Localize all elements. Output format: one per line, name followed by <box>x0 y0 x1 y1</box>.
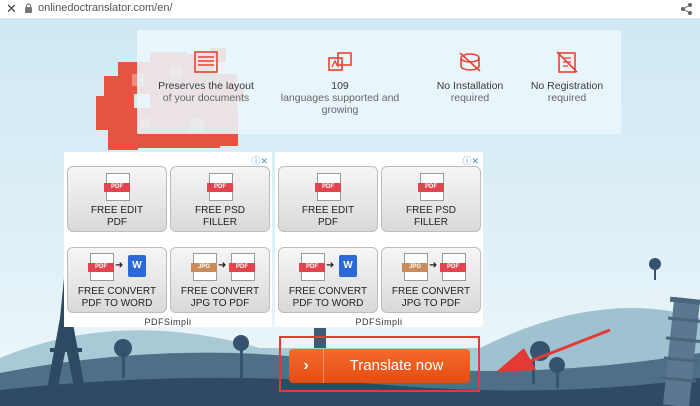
address-bar[interactable]: ✕ onlinedoctranslator.com/en/ <box>0 0 700 19</box>
ad-tile-psd-filler[interactable]: PDF FREE PSD FILLER <box>381 166 481 232</box>
pdf-file-icon: PDF <box>104 173 130 201</box>
pdf-file-icon: PDF <box>229 253 255 281</box>
ad-tile-psd-filler[interactable]: PDF FREE PSD FILLER <box>170 166 270 232</box>
pdf-file-icon: PDF <box>315 173 341 201</box>
pdf-file-icon: PDF <box>207 173 233 201</box>
lock-icon <box>25 3 32 13</box>
feature-no-registration: No Registration required <box>519 50 615 104</box>
word-file-icon: W <box>339 255 357 277</box>
ad-tile-edit-pdf[interactable]: PDF FREE EDIT PDF <box>67 166 167 232</box>
no-installation-icon <box>459 52 481 72</box>
ad-block-right[interactable]: ⓘ✕ PDF FREE EDIT PDF PDF FREE PSD FILLER… <box>275 152 483 327</box>
languages-icon <box>328 52 352 71</box>
translate-now-button[interactable]: › Translate now <box>289 349 470 383</box>
jpg-file-icon: JPG <box>402 253 428 281</box>
arrow-right-icon: ➜ <box>326 260 335 271</box>
close-icon[interactable]: ✕ <box>6 1 17 17</box>
pdf-file-icon: PDF <box>299 253 325 281</box>
arrow-right-icon: ➜ <box>429 260 438 271</box>
feature-languages: 109 languages supported and growing <box>265 50 415 116</box>
share-icon[interactable] <box>680 2 694 16</box>
ad-block-left[interactable]: ⓘ✕ PDF FREE EDIT PDF PDF FREE PSD FILLER… <box>64 152 272 327</box>
url-text[interactable]: onlinedoctranslator.com/en/ <box>38 2 173 14</box>
ad-tile-pdf-to-word[interactable]: PDF ➜ W FREE CONVERT PDF TO WORD <box>67 247 167 313</box>
pdf-file-icon: PDF <box>418 173 444 201</box>
arrow-right-icon: ➜ <box>115 260 124 271</box>
layout-icon <box>194 51 218 73</box>
ad-footer[interactable]: PDFSimpli <box>275 317 483 327</box>
translate-now-label: Translate now <box>349 357 444 374</box>
ad-tile-jpg-to-pdf[interactable]: JPG ➜ PDF FREE CONVERT JPG TO PDF <box>170 247 270 313</box>
pdf-file-icon: PDF <box>440 253 466 281</box>
hero-scene: Preserves the layout of your documents 1… <box>0 18 700 406</box>
no-registration-icon <box>556 51 578 73</box>
jpg-file-icon: JPG <box>191 253 217 281</box>
chevron-right-icon: › <box>289 349 324 383</box>
ad-tile-pdf-to-word[interactable]: PDF ➜ W FREE CONVERT PDF TO WORD <box>278 247 378 313</box>
ad-tile-edit-pdf[interactable]: PDF FREE EDIT PDF <box>278 166 378 232</box>
arrow-right-icon: ➜ <box>218 260 227 271</box>
ad-footer[interactable]: PDFSimpli <box>64 317 272 327</box>
feature-no-installation: No Installation required <box>425 50 515 104</box>
word-file-icon: W <box>128 255 146 277</box>
feature-layout: Preserves the layout of your documents <box>151 50 261 104</box>
pdf-file-icon: PDF <box>88 253 114 281</box>
ad-tile-jpg-to-pdf[interactable]: JPG ➜ PDF FREE CONVERT JPG TO PDF <box>381 247 481 313</box>
features-panel: Preserves the layout of your documents 1… <box>137 30 621 134</box>
